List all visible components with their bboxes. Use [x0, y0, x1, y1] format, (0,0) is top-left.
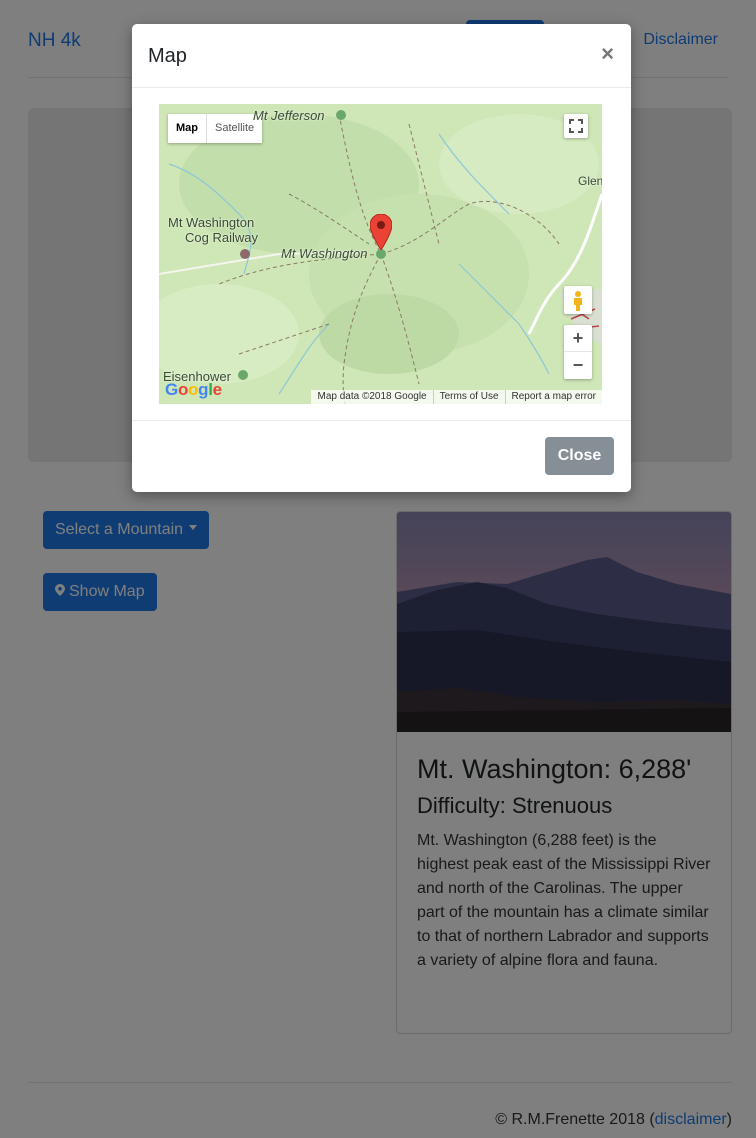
- fullscreen-icon[interactable]: [564, 114, 588, 138]
- label-mt-jefferson: Mt Jefferson: [253, 108, 325, 123]
- label-cog-railway-1: Mt Washington: [168, 215, 255, 230]
- zoom-in-button[interactable]: +: [564, 325, 592, 352]
- zoom-out-button[interactable]: −: [564, 352, 592, 379]
- attrib-data: Map data ©2018 Google: [317, 391, 427, 402]
- attrib-terms[interactable]: Terms of Use: [432, 390, 505, 404]
- google-map[interactable]: Map Satellite + − Mt Jefferson Glen Mt W…: [159, 104, 602, 404]
- label-glen: Glen: [578, 174, 602, 188]
- label-cog-railway-2: Cog Railway: [185, 230, 258, 245]
- attrib-report[interactable]: Report a map error: [504, 390, 602, 404]
- map-attribution: Map data ©2018 Google Terms of Use Repor…: [311, 390, 602, 404]
- modal-title: Map: [148, 45, 187, 67]
- close-icon[interactable]: ×: [601, 41, 614, 67]
- zoom-control: + −: [564, 325, 592, 379]
- map-modal: Map × Map Satellite + − Mt Jefferson Gle…: [132, 24, 631, 492]
- map-type-map[interactable]: Map: [168, 114, 207, 143]
- map-type-control: Map Satellite: [168, 114, 263, 143]
- label-mt-washington: Mt Washington: [281, 246, 368, 261]
- red-pin-icon[interactable]: [370, 214, 392, 250]
- pegman-icon[interactable]: [564, 286, 592, 314]
- map-terrain: [159, 104, 602, 404]
- modal-footer: Close: [132, 420, 631, 492]
- close-button[interactable]: Close: [545, 437, 614, 475]
- modal-header: Map ×: [132, 24, 631, 88]
- google-logo: Google: [165, 380, 222, 399]
